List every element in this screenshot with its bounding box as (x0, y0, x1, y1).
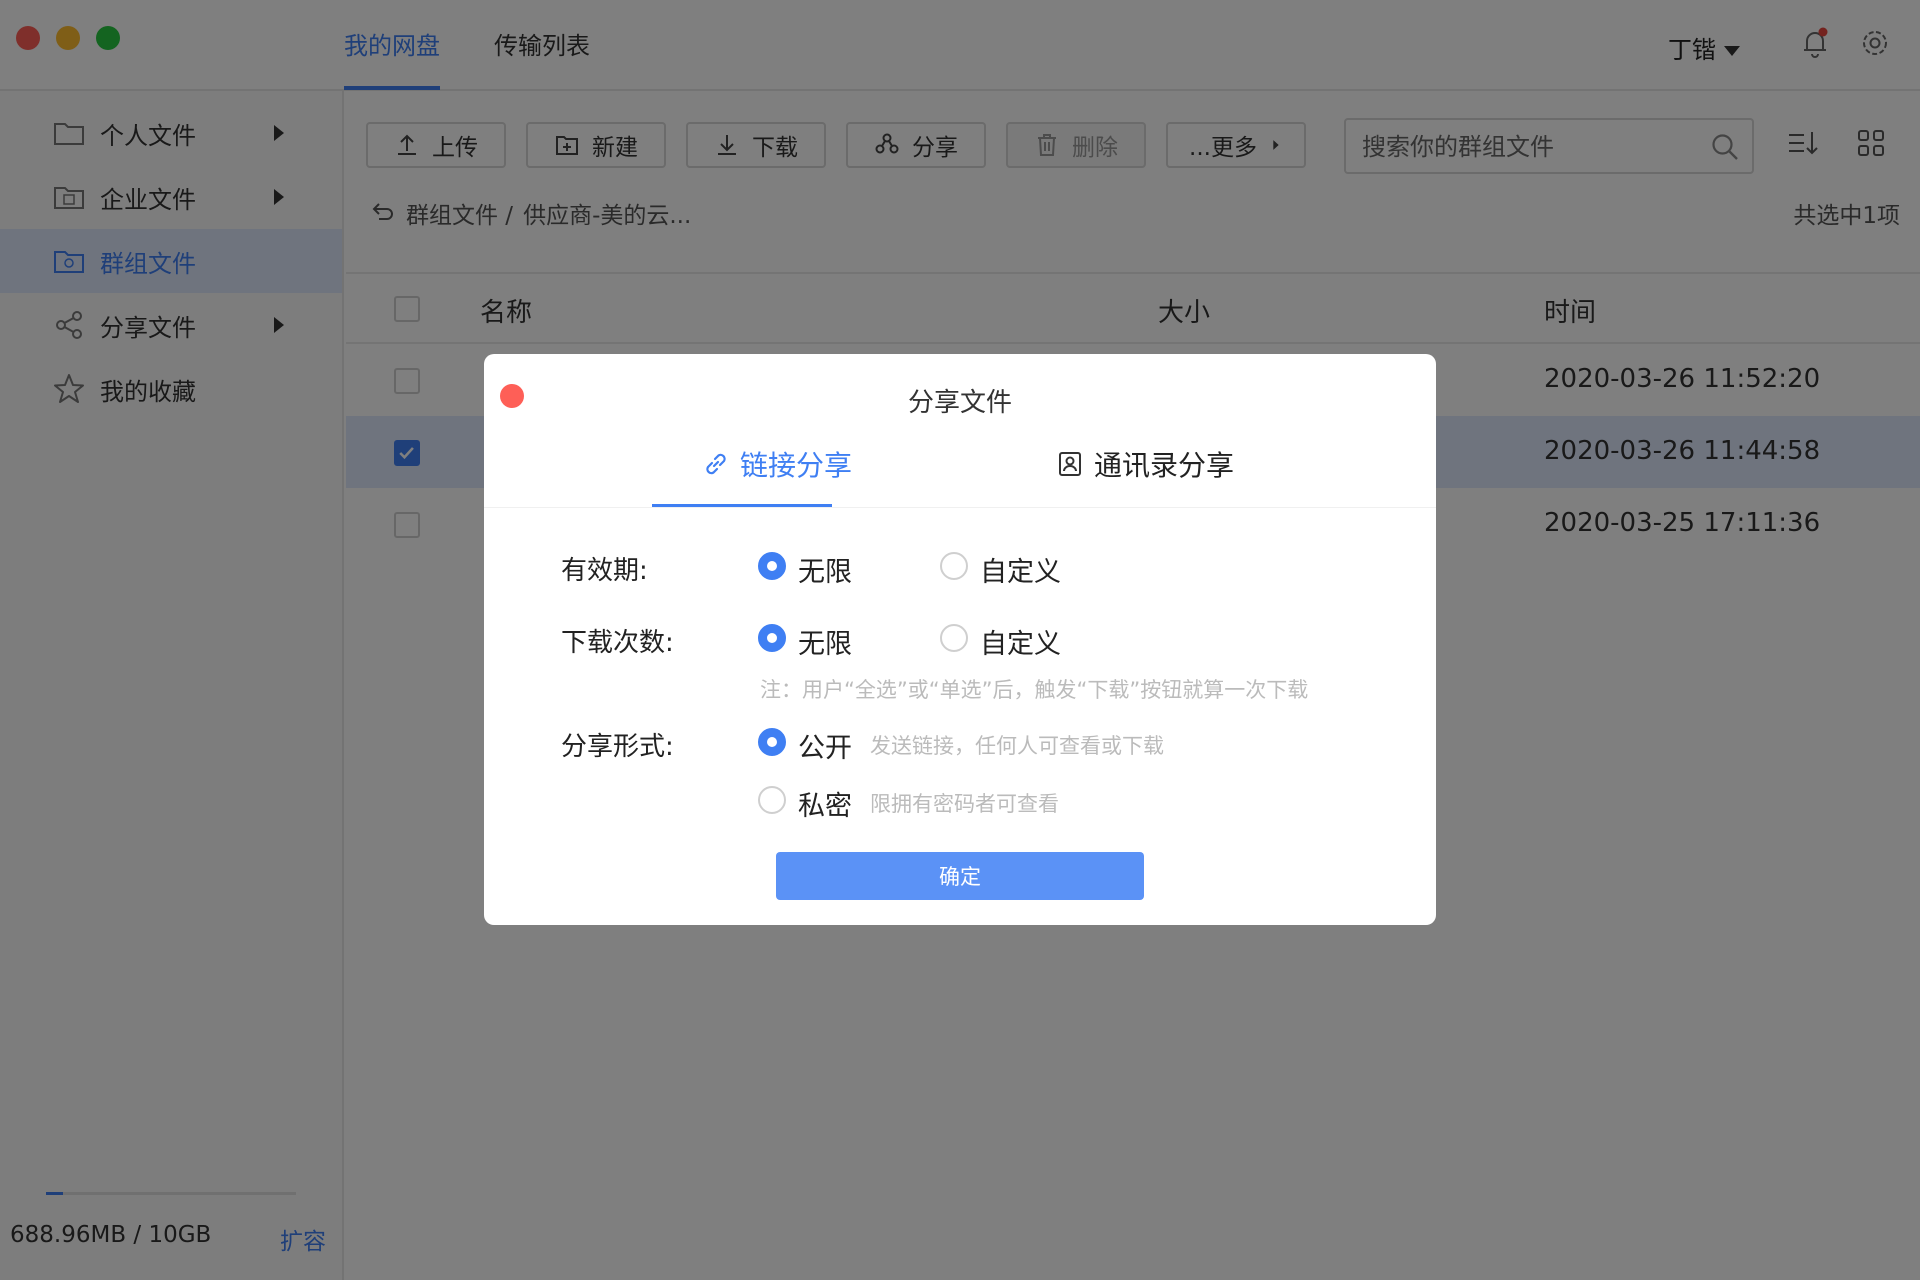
download-count-unlimited-label[interactable]: 无限 (798, 622, 852, 661)
download-count-note: 注：用户“全选”或“单选”后，触发“下载”按钮就算一次下载 (760, 678, 1309, 702)
validity-unlimited-radio[interactable] (758, 552, 786, 580)
validity-label: 有效期: (561, 556, 648, 586)
contacts-icon (1059, 452, 1081, 476)
tab-divider (484, 507, 1436, 508)
download-count-custom-label[interactable]: 自定义 (980, 622, 1061, 661)
share-file-dialog: 分享文件 链接分享 通讯录分享 有效期: 无限 自定义 下载次数: 无限 自定义… (484, 354, 1436, 925)
share-public-hint: 发送链接，任何人可查看或下载 (870, 734, 1164, 758)
confirm-button[interactable]: 确定 (776, 852, 1144, 900)
validity-unlimited-label[interactable]: 无限 (798, 550, 852, 589)
download-count-label: 下载次数: (561, 628, 674, 658)
tab-link-share[interactable]: 链接分享 (702, 444, 852, 484)
share-private-radio[interactable] (758, 786, 786, 814)
dialog-title: 分享文件 (907, 388, 1012, 418)
tab-contacts-share[interactable]: 通讯录分享 (1056, 444, 1234, 484)
download-count-custom-radio[interactable] (940, 624, 968, 652)
tab-contacts-share-label: 通讯录分享 (1094, 449, 1235, 482)
share-public-radio[interactable] (758, 728, 786, 756)
tab-link-share-label: 链接分享 (740, 449, 853, 482)
share-public-label[interactable]: 公开 (798, 726, 852, 765)
share-form-label: 分享形式: (561, 732, 674, 762)
download-count-unlimited-radio[interactable] (758, 624, 786, 652)
share-private-hint: 限拥有密码者可查看 (870, 792, 1059, 816)
link-icon (706, 453, 726, 475)
share-private-label[interactable]: 私密 (798, 784, 852, 823)
validity-custom-radio[interactable] (940, 552, 968, 580)
validity-custom-label[interactable]: 自定义 (980, 550, 1061, 589)
